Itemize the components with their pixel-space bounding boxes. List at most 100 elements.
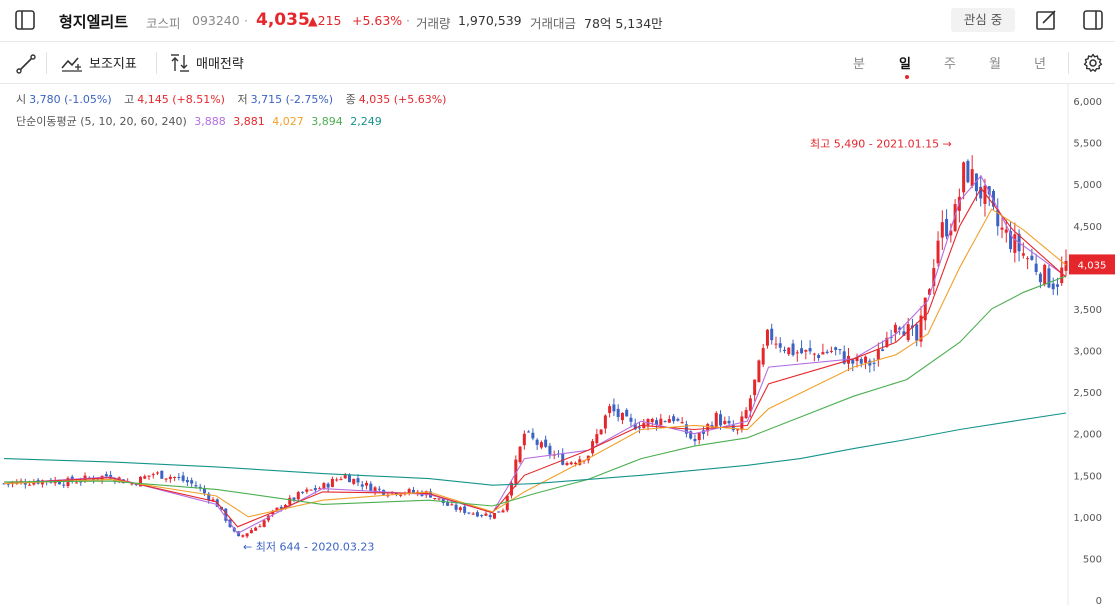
candle-body: [800, 348, 804, 354]
candle-body: [778, 343, 782, 348]
candle-body: [411, 489, 415, 493]
candle-body: [753, 379, 757, 396]
indicator-button[interactable]: 보조지표: [61, 53, 137, 72]
candle-body: [373, 487, 377, 492]
candle-body: [915, 324, 919, 341]
y-tick-label: 5,000: [1073, 180, 1102, 191]
candle-body: [194, 485, 198, 487]
candle-body: [821, 352, 825, 355]
candle-body: [851, 359, 855, 364]
draw-line-icon[interactable]: [16, 54, 36, 74]
candle-body: [164, 478, 168, 480]
candle-body: [838, 349, 842, 351]
settings-gear-icon[interactable]: [1083, 53, 1103, 73]
candle-body: [565, 463, 569, 466]
favorite-button[interactable]: 관심 중: [951, 8, 1015, 32]
candle-body: [1030, 255, 1034, 260]
candle-body: [535, 439, 539, 445]
candle-body: [484, 513, 488, 516]
candle-body: [893, 324, 897, 333]
candle-body: [313, 488, 317, 491]
candle-body: [970, 169, 974, 187]
active-period-indicator: [905, 75, 909, 79]
candle-body: [399, 494, 403, 496]
candle-body: [561, 453, 565, 465]
candle-body: [28, 484, 32, 486]
candle-body: [339, 479, 343, 481]
candle-body: [748, 398, 752, 411]
candle-body: [680, 422, 684, 424]
period-minute[interactable]: 분: [853, 53, 865, 72]
period-day[interactable]: 일: [899, 53, 911, 72]
candle-body: [612, 404, 616, 412]
candle-body: [147, 475, 151, 477]
strategy-label: 매매전략: [196, 57, 244, 72]
candle-body: [352, 478, 356, 484]
candle-body: [795, 352, 799, 354]
candle-body: [744, 410, 748, 419]
candle-body: [663, 421, 667, 423]
candle-body: [249, 530, 253, 534]
candle-body: [864, 356, 868, 363]
candle-body: [620, 412, 624, 421]
candle-body: [518, 446, 522, 463]
period-year[interactable]: 년: [1034, 53, 1046, 72]
candle-body: [151, 474, 155, 476]
y-tick-label: 3,000: [1073, 347, 1102, 358]
sidebar-toggle-icon[interactable]: [14, 9, 36, 31]
period-week[interactable]: 주: [944, 53, 956, 72]
price-chart[interactable]: 6,0005,5005,0004,5004,0003,5003,0002,500…: [0, 84, 1115, 605]
stock-code: 093240: [192, 13, 240, 28]
candle-body: [834, 347, 838, 350]
candle-body: [160, 470, 164, 479]
y-tick-label: 5,500: [1073, 139, 1102, 150]
indicator-label: 보조지표: [89, 57, 137, 72]
candle-body: [531, 432, 535, 439]
candle-body: [714, 412, 718, 427]
period-month[interactable]: 월: [989, 53, 1001, 72]
candle-body: [804, 349, 808, 352]
candle-body: [475, 512, 479, 517]
toolbar-divider: [156, 52, 157, 74]
toolbar-divider: [1068, 52, 1069, 74]
candle-body: [335, 479, 339, 481]
candle-body: [185, 480, 189, 483]
candle-body: [202, 488, 206, 494]
candle-body: [130, 483, 134, 485]
candle-body: [168, 476, 172, 479]
candle-body: [791, 343, 795, 356]
candle-body: [817, 354, 821, 358]
strategy-button[interactable]: 매매전략: [170, 53, 244, 72]
high-annotation: 최고 5,490 - 2021.01.15 →: [810, 137, 952, 150]
candle-body: [727, 420, 731, 424]
candle-body: [458, 507, 462, 511]
candle-body: [650, 418, 654, 423]
candle-body: [330, 478, 334, 488]
market-label: 코스피: [146, 16, 181, 31]
candle-body: [757, 360, 761, 383]
candle-body: [1021, 253, 1025, 256]
candle-body: [676, 418, 680, 421]
candle-body: [859, 359, 863, 364]
panel-toggle-icon[interactable]: [1082, 9, 1104, 31]
candle-body: [544, 439, 548, 447]
candle-body: [446, 502, 450, 506]
candle-body: [437, 498, 441, 500]
candle-body: [1064, 260, 1068, 271]
y-tick-label: 1,500: [1073, 471, 1102, 482]
candle-body: [326, 483, 330, 488]
candle-body: [945, 218, 949, 237]
candle-body: [736, 429, 740, 431]
candle-body: [808, 348, 812, 352]
candle-body: [407, 489, 411, 493]
candle-body: [296, 492, 300, 500]
separator: ·: [244, 13, 248, 28]
candle-body: [693, 439, 697, 442]
y-tick-label: 6,000: [1073, 97, 1102, 108]
candle-body: [156, 472, 160, 474]
candle-body: [1051, 283, 1055, 290]
stock-header: 형지엘리트 코스피 093240 · 4,035 ▲215 +5.63% · 거…: [0, 0, 1115, 42]
edit-icon[interactable]: [1035, 9, 1057, 31]
candle-body: [574, 462, 578, 465]
candle-body: [463, 506, 467, 513]
